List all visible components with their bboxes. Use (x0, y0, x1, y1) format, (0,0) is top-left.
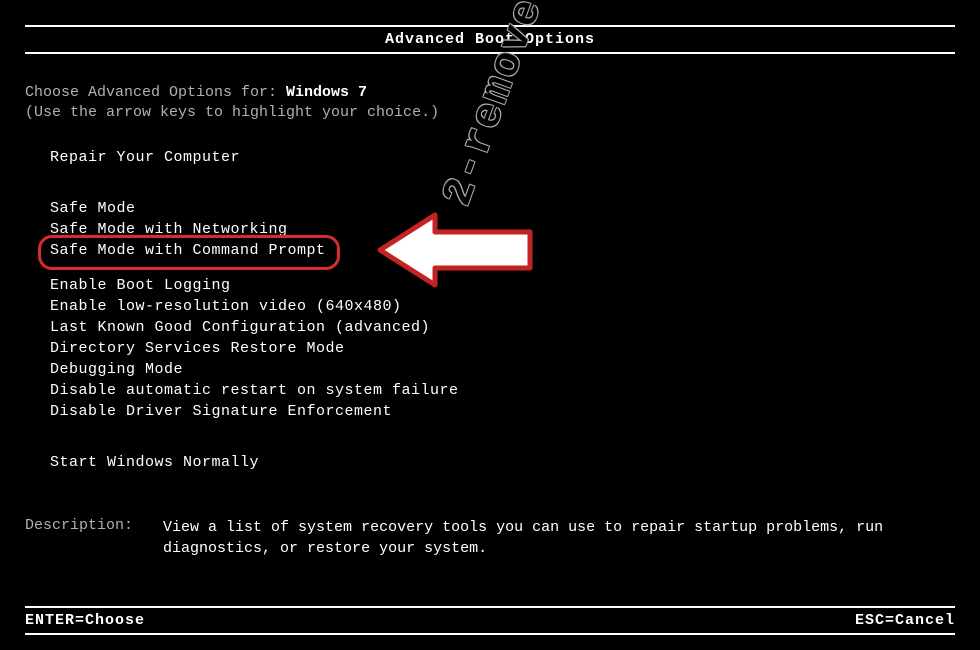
description-block: Description: View a list of system recov… (25, 517, 955, 559)
menu-item-safe-mode-cmd-label: Safe Mode with Command Prompt (50, 242, 326, 259)
footer-bar: ENTER=Choose ESC=Cancel (25, 606, 955, 635)
menu-item-low-res[interactable]: Enable low-resolution video (640x480) (50, 298, 402, 315)
menu-item-safe-mode-networking[interactable]: Safe Mode with Networking (50, 221, 288, 238)
menu-item-ds-restore[interactable]: Directory Services Restore Mode (50, 340, 345, 357)
menu-item-repair[interactable]: Repair Your Computer (50, 149, 240, 166)
menu-item-start-normally[interactable]: Start Windows Normally (50, 454, 259, 471)
title-bar: Advanced Boot Options (25, 25, 955, 54)
hint-line: (Use the arrow keys to highlight your ch… (25, 104, 955, 121)
os-name: Windows 7 (286, 84, 367, 101)
menu-item-disable-auto-restart[interactable]: Disable automatic restart on system fail… (50, 382, 459, 399)
prompt-line: Choose Advanced Options for: Windows 7 (25, 84, 955, 101)
menu-item-safe-mode-cmd-selected[interactable]: Safe Mode with Command Prompt (50, 242, 326, 263)
description-text: View a list of system recovery tools you… (163, 517, 955, 559)
menu-item-last-known-good[interactable]: Last Known Good Configuration (advanced) (50, 319, 430, 336)
menu-item-debugging[interactable]: Debugging Mode (50, 361, 183, 378)
footer-enter: ENTER=Choose (25, 612, 145, 629)
prompt-prefix: Choose Advanced Options for: (25, 84, 286, 101)
menu-item-safe-mode[interactable]: Safe Mode (50, 200, 136, 217)
footer-esc: ESC=Cancel (855, 612, 955, 629)
title-text: Advanced Boot Options (385, 31, 595, 48)
boot-menu: Repair Your Computer Safe Mode Safe Mode… (25, 149, 955, 475)
menu-item-disable-driver-sig[interactable]: Disable Driver Signature Enforcement (50, 403, 392, 420)
menu-item-boot-logging[interactable]: Enable Boot Logging (50, 277, 231, 294)
description-label: Description: (25, 517, 133, 559)
